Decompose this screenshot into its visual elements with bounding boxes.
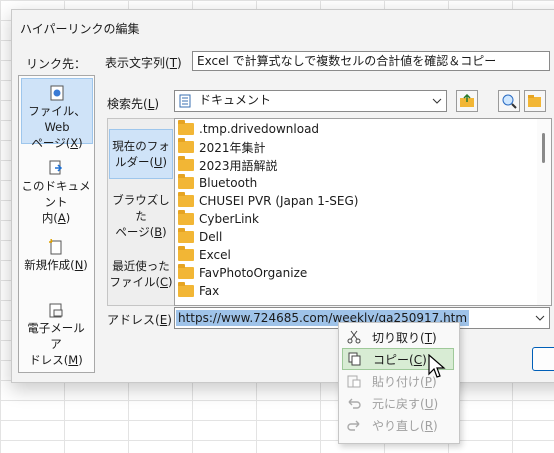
menu-item-cut-label: 切り取り(T) bbox=[372, 330, 437, 345]
folder-icon bbox=[178, 174, 194, 189]
display-text-label: 表示文字列(T) bbox=[105, 56, 182, 70]
recent-files-option[interactable]: 最近使った ファイル(C) bbox=[109, 258, 173, 290]
browsed-pages-option[interactable]: ブラウズした ページ(B) bbox=[109, 192, 173, 240]
browsed-pages-line2: ページ(B) bbox=[115, 225, 167, 239]
dialog-title: ハイパーリンクの編集 bbox=[20, 22, 140, 36]
scrollbar-thumb[interactable] bbox=[542, 133, 545, 163]
link-type-web-page[interactable]: ファイル、Web ページ(X) bbox=[21, 78, 93, 150]
link-type-doc-line1: このドキュメント bbox=[21, 179, 91, 209]
file-list[interactable]: .tmp.drivedownload 2021年集計 2023用語解説 Blue… bbox=[174, 118, 552, 306]
copy-icon bbox=[343, 352, 367, 366]
documents-folder-icon bbox=[179, 94, 191, 108]
up-one-folder-button[interactable] bbox=[456, 90, 478, 112]
folder-icon bbox=[178, 282, 194, 297]
browse-web-icon bbox=[502, 94, 517, 109]
up-folder-icon bbox=[460, 94, 474, 107]
context-menu: 切り取り(T) コピー(C) 貼り付け(P) 元に戻す(U) やり直し(R) bbox=[338, 322, 460, 444]
place-in-document-icon bbox=[49, 160, 63, 175]
recent-files-line2: ファイル(C) bbox=[109, 275, 173, 289]
email-address-icon bbox=[49, 303, 63, 318]
ok-button[interactable] bbox=[532, 347, 554, 371]
folder-icon bbox=[178, 264, 194, 279]
link-type-doc-line2: 内(A) bbox=[41, 211, 71, 225]
menu-item-redo[interactable]: やり直し(R) bbox=[342, 414, 454, 436]
look-in-shortcuts: 現在のフォ ルダー(U) ブラウズした ページ(B) 最近使った ファイル(C) bbox=[107, 118, 176, 306]
folder-icon bbox=[178, 138, 194, 153]
menu-item-redo-label: やり直し(R) bbox=[372, 418, 438, 433]
list-item[interactable]: Dell bbox=[178, 228, 222, 246]
list-item[interactable]: Fax bbox=[178, 282, 219, 300]
recent-files-line1: 最近使った bbox=[112, 259, 170, 273]
link-type-pane: ファイル、Web ページ(X) このドキュメント 内(A) 新規作成(N) 電子… bbox=[18, 75, 95, 373]
folder-icon bbox=[178, 120, 194, 135]
menu-item-paste-label: 貼り付け(P) bbox=[372, 374, 437, 389]
list-item[interactable]: 2023用語解説 bbox=[178, 156, 278, 174]
edit-hyperlink-dialog: ハイパーリンクの編集 リンク先： 表示文字列(T) Excel で計算式なしで複… bbox=[11, 9, 554, 383]
chevron-down-icon[interactable] bbox=[531, 308, 549, 328]
current-folder-option[interactable]: 現在のフォ ルダー(U) bbox=[109, 129, 173, 179]
link-type-web-line1: ファイル、Web bbox=[28, 104, 86, 134]
browse-web-button[interactable] bbox=[498, 90, 520, 112]
file-list-scrollbar[interactable] bbox=[537, 119, 551, 305]
menu-item-copy-label: コピー(C) bbox=[373, 352, 427, 367]
browsed-pages-line1: ブラウズした bbox=[112, 193, 170, 223]
menu-item-cut[interactable]: 切り取り(T) bbox=[342, 326, 454, 348]
list-item[interactable]: .tmp.drivedownload bbox=[178, 120, 319, 138]
folder-icon bbox=[178, 210, 194, 225]
list-item[interactable]: FavPhotoOrganize bbox=[178, 264, 307, 282]
look-in-combo[interactable]: ドキュメント bbox=[174, 90, 447, 112]
list-item[interactable]: CHUSEI PVR (Japan 1-SEG) bbox=[178, 192, 358, 210]
list-item[interactable]: 2021年集計 bbox=[178, 138, 266, 156]
redo-icon bbox=[342, 419, 366, 431]
current-folder-line1: 現在のフォ bbox=[112, 139, 170, 153]
link-type-email-line1: 電子メール ア bbox=[27, 321, 85, 351]
link-type-email[interactable]: 電子メール ア ドレス(M) bbox=[21, 302, 91, 368]
address-label: アドレス(E) bbox=[107, 313, 172, 327]
link-to-label: リンク先： bbox=[26, 57, 87, 71]
web-page-icon bbox=[50, 85, 64, 101]
link-type-web-line2: ページ(X) bbox=[31, 136, 83, 150]
link-type-place-in-document[interactable]: このドキュメント 内(A) bbox=[21, 160, 91, 226]
menu-item-undo-label: 元に戻す(U) bbox=[372, 396, 439, 411]
new-document-icon bbox=[49, 239, 62, 255]
folder-icon bbox=[178, 192, 194, 207]
list-item[interactable]: Excel bbox=[178, 246, 231, 264]
undo-icon bbox=[342, 397, 366, 409]
link-type-email-line2: ドレス(M) bbox=[29, 353, 83, 367]
folder-icon bbox=[178, 246, 194, 261]
list-item[interactable]: Bluetooth bbox=[178, 174, 257, 192]
mouse-cursor-icon bbox=[428, 354, 446, 378]
scissors-icon bbox=[342, 330, 366, 344]
paste-icon bbox=[342, 374, 366, 388]
link-type-new-label: 新規作成(N) bbox=[24, 258, 88, 272]
display-text-input[interactable]: Excel で計算式なしで複数セルの合計値を確認＆コピー bbox=[192, 51, 550, 71]
browse-file-button[interactable] bbox=[524, 90, 546, 112]
link-type-new-document[interactable]: 新規作成(N) bbox=[21, 239, 91, 273]
open-folder-icon bbox=[528, 95, 541, 107]
folder-icon bbox=[178, 228, 194, 243]
look-in-label: 検索先(L) bbox=[107, 97, 160, 111]
folder-icon bbox=[178, 156, 194, 171]
menu-item-undo[interactable]: 元に戻す(U) bbox=[342, 392, 454, 414]
current-folder-line2: ルダー(U) bbox=[115, 155, 167, 169]
chevron-down-icon[interactable] bbox=[428, 91, 446, 111]
list-item[interactable]: CyberLink bbox=[178, 210, 259, 228]
